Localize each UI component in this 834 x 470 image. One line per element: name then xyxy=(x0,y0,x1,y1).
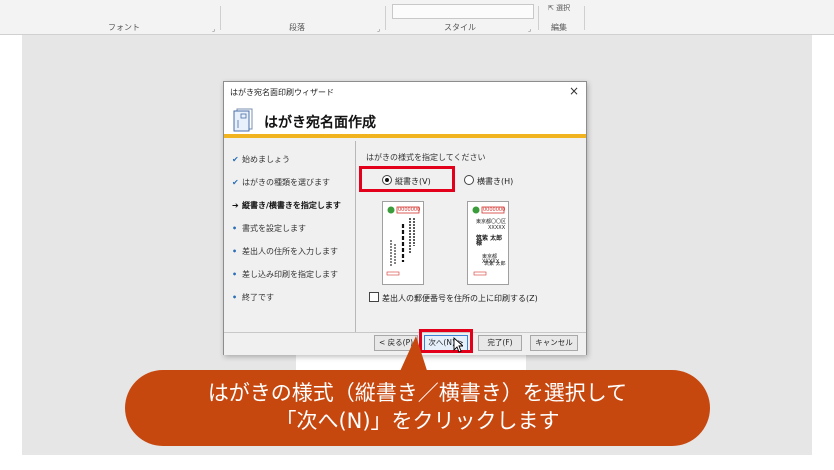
ribbon-separator xyxy=(220,6,221,30)
step-label: はがきの種類を選びます xyxy=(242,178,330,187)
dialog-titlebar: はがき宛名面印刷ウィザード × xyxy=(224,82,586,102)
checkmark-icon: ✔ xyxy=(232,155,239,164)
arrow-right-icon: ➔ xyxy=(232,201,239,210)
radio-horizontal-label: 横書き(H) xyxy=(477,177,514,186)
radio-horizontal[interactable]: 横書き(H) xyxy=(464,175,513,187)
step-label: 差し込み印刷を指定します xyxy=(242,270,338,279)
finish-button[interactable]: 完了(F) xyxy=(478,335,522,351)
dialog-heading: はがき宛名面作成 xyxy=(264,115,376,131)
ribbon-separator xyxy=(584,6,585,30)
bullet-icon: • xyxy=(232,224,238,233)
step-label: 始めましょう xyxy=(242,155,290,164)
wizard-steps: ✔ 始めましょう ✔ はがきの種類を選びます ➔ 縦書き/横書きを指定します • 書式を… xyxy=(224,139,355,335)
horizontal-recipient-name: 筑紫 太郎 様 xyxy=(476,235,503,247)
close-icon[interactable]: × xyxy=(569,84,579,98)
bullet-icon: • xyxy=(232,247,238,256)
callout-text: はがきの様式（縦書き／横書き）を選択して 「次へ(N)」をクリックします xyxy=(125,379,710,435)
horizontal-postcard-preview[interactable]: 0000000 東京都〇〇区 XXXXX 筑紫 太郎 様 東京都XXXXX 筑紫… xyxy=(467,201,509,285)
postcard-icon xyxy=(233,108,253,132)
radio-unselected-icon xyxy=(464,175,474,185)
cancel-button[interactable]: キャンセル xyxy=(530,335,578,351)
select-button[interactable]: ⇱ 選択 xyxy=(548,3,570,13)
step-orientation: ➔ 縦書き/横書きを指定します xyxy=(232,200,341,211)
style-gallery[interactable] xyxy=(392,4,534,19)
mouse-cursor-icon xyxy=(453,337,463,353)
step-label: 終了です xyxy=(242,293,274,302)
horizontal-sender-name: 筑紫 太郎 xyxy=(484,261,506,267)
vertical-layout-graphic xyxy=(386,206,420,276)
select-label: 選択 xyxy=(556,4,571,12)
step-card-type: ✔ はがきの種類を選びます xyxy=(232,177,330,188)
ribbon-group-font: フォント xyxy=(108,23,140,32)
cursor-select-icon: ⇱ xyxy=(548,4,554,12)
postcard-wizard-dialog: はがき宛名面印刷ウィザード × はがき宛名面作成 ✔ 始めましょう ✔ はがきの種類… xyxy=(223,81,587,355)
step-sender: • 差出人の住所を入力します xyxy=(232,246,338,257)
style-launcher-icon[interactable]: ⌟ xyxy=(528,25,531,33)
checkmark-icon: ✔ xyxy=(232,178,239,187)
ribbon-separator xyxy=(385,6,386,30)
ribbon-group-edit: 編集 xyxy=(551,23,567,32)
ribbon: フォント ⌟ 段落 ⌟ スタイル ⌟ ⇱ 選択 編集 xyxy=(0,0,834,35)
orientation-prompt: はがきの様式を指定してください xyxy=(366,153,486,162)
font-launcher-icon[interactable]: ⌟ xyxy=(212,25,215,33)
checkbox-unchecked-icon xyxy=(369,292,379,302)
horizontal-address-2: XXXXX xyxy=(488,225,506,231)
print-postal-checkbox[interactable]: 差出人の郵便番号を住所の上に印刷する(Z) xyxy=(369,292,538,304)
bullet-icon: • xyxy=(232,270,238,279)
checkbox-label: 差出人の郵便番号を住所の上に印刷する(Z) xyxy=(382,294,538,303)
step-format: • 書式を設定します xyxy=(232,223,306,234)
ribbon-group-paragraph: 段落 xyxy=(289,23,305,32)
vertical-postal-code: 0000000 xyxy=(398,207,421,213)
bullet-icon: • xyxy=(232,293,238,302)
highlight-box-vertical xyxy=(359,166,455,192)
ribbon-separator xyxy=(538,6,539,30)
callout-line-1: はがきの様式（縦書き／横書き）を選択して xyxy=(207,381,628,405)
step-label: 差出人の住所を入力します xyxy=(242,247,338,256)
steps-divider xyxy=(355,141,356,333)
vertical-postcard-preview[interactable]: 0000000 xyxy=(382,201,424,285)
step-label: 書式を設定します xyxy=(242,224,306,233)
dialog-title: はがき宛名面印刷ウィザード xyxy=(230,88,334,97)
step-start: ✔ 始めましょう xyxy=(232,154,290,165)
ribbon-group-style: スタイル xyxy=(444,23,476,32)
step-finish: • 終了です xyxy=(232,292,274,303)
step-merge: • 差し込み印刷を指定します xyxy=(232,269,338,280)
step-label: 縦書き/横書きを指定します xyxy=(242,201,341,210)
horizontal-postal-code: 0000000 xyxy=(483,207,506,213)
callout-line-2: 「次へ(N)」をクリックします xyxy=(275,409,560,433)
paragraph-launcher-icon[interactable]: ⌟ xyxy=(377,25,380,33)
